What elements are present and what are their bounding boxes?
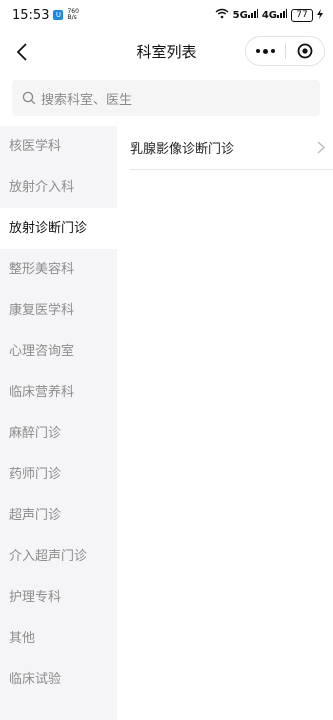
chevron-right-icon — [317, 141, 325, 154]
wifi-icon — [215, 8, 229, 22]
back-button[interactable] — [8, 38, 36, 66]
signal-1-label: 5G — [232, 10, 248, 21]
sidebar-item[interactable]: 放射介入科 — [0, 167, 117, 208]
search-icon — [22, 91, 36, 105]
more-menu-button[interactable] — [246, 37, 285, 65]
sidebar-item[interactable]: 康复医学科 — [0, 290, 117, 331]
sidebar-item[interactable]: 介入超声门诊 — [0, 536, 117, 577]
network-speed-unit: B/s — [67, 14, 77, 21]
close-miniprogram-button[interactable] — [286, 37, 325, 65]
target-close-icon — [297, 43, 313, 59]
sidebar-item[interactable]: 护理专科 — [0, 577, 117, 618]
more-dots-icon — [255, 48, 275, 54]
cellular-signal-2-icon: 4G — [262, 9, 287, 21]
sidebar-item[interactable]: 临床营养科 — [0, 372, 117, 413]
status-left: 15:53 U 760 B/s — [12, 8, 79, 23]
network-speed: 760 B/s — [67, 9, 78, 21]
battery-icon: 77 — [291, 8, 313, 22]
list-item-label: 乳腺影像诊断门诊 — [130, 142, 235, 157]
charging-icon — [317, 8, 323, 22]
status-time: 15:53 — [12, 7, 50, 23]
miniprogram-capsule — [245, 36, 325, 66]
navigation-bar: 科室列表 — [0, 30, 333, 74]
search-placeholder: 搜索科室、医生 — [41, 92, 133, 108]
status-right: 5G 4G 77 — [215, 8, 323, 22]
sidebar-item[interactable]: 临床试验 — [0, 659, 117, 700]
sidebar-item[interactable]: 麻醉门诊 — [0, 413, 117, 454]
app-notification-icon: U — [53, 10, 64, 20]
signal-2-label: 4G — [261, 10, 277, 21]
sub-department-list: 乳腺影像诊断门诊 — [117, 126, 333, 720]
sidebar-item[interactable]: 心理咨询室 — [0, 331, 117, 372]
chevron-left-icon — [16, 43, 27, 61]
sidebar-item[interactable]: 其他 — [0, 618, 117, 659]
sidebar-item[interactable]: 整形美容科 — [0, 249, 117, 290]
department-sidebar: 核医学科 放射介入科 放射诊断门诊 整形美容科 康复医学科 心理咨询室 临床营养… — [0, 126, 117, 720]
sidebar-item-active[interactable]: 放射诊断门诊 — [0, 208, 117, 249]
sidebar-item[interactable]: 超声门诊 — [0, 495, 117, 536]
status-bar: 15:53 U 760 B/s 5G 4G 77 — [0, 0, 333, 30]
sidebar-item[interactable]: 核医学科 — [0, 126, 117, 167]
search-input[interactable]: 搜索科室、医生 — [12, 80, 320, 116]
sidebar-item[interactable]: 药师门诊 — [0, 454, 117, 495]
list-item[interactable]: 乳腺影像诊断门诊 — [130, 126, 333, 170]
cellular-signal-1-icon: 5G — [233, 9, 258, 21]
